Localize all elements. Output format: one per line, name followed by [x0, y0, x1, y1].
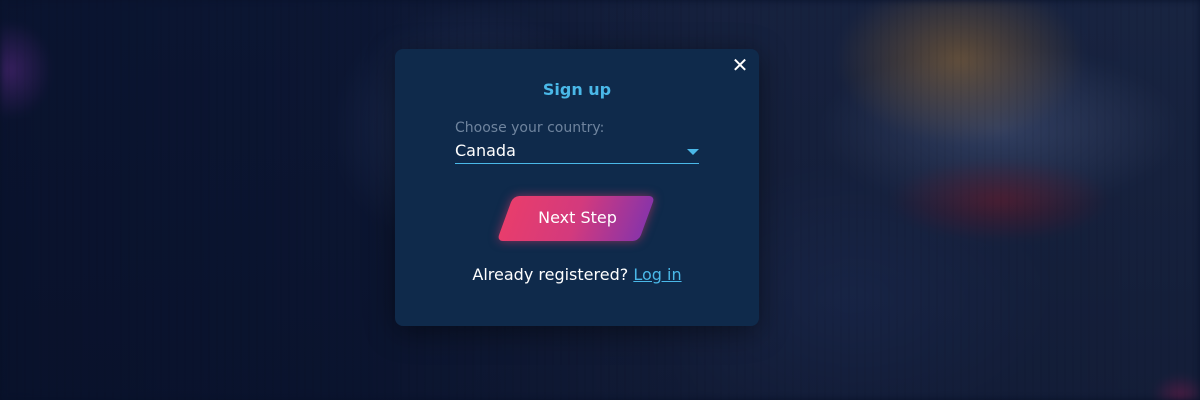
next-step-button[interactable]: Next Step — [495, 196, 660, 241]
already-registered-text: Already registered? — [472, 265, 629, 284]
modal-title: Sign up — [542, 80, 612, 99]
caret-down-icon — [687, 149, 699, 155]
country-selected-value: Canada — [455, 141, 516, 160]
country-select[interactable]: Canada — [455, 141, 699, 164]
login-link[interactable]: Log in — [633, 265, 681, 284]
country-label: Choose your country: — [455, 120, 605, 136]
next-step-label: Next Step — [538, 208, 617, 227]
signup-modal: ✕ Sign up Choose your country: Canada Ne… — [395, 49, 759, 326]
login-prompt: Already registered? Log in — [395, 265, 759, 284]
close-icon[interactable]: ✕ — [731, 55, 749, 75]
